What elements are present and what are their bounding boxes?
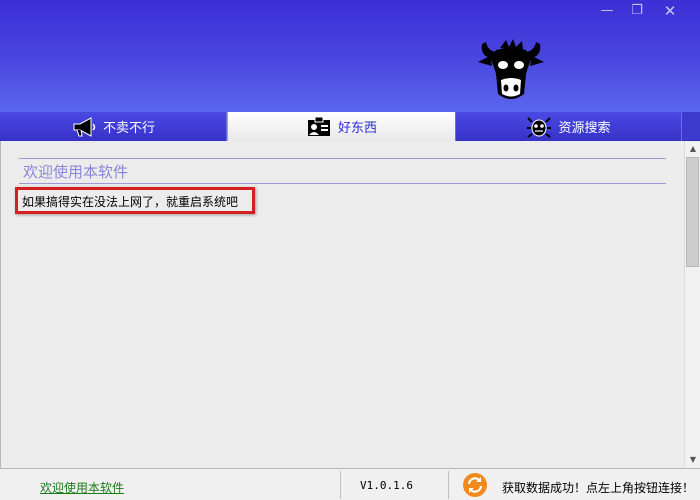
cow-head-icon xyxy=(478,39,544,99)
tab-label: 好东西 xyxy=(337,121,377,136)
scroll-down-icon[interactable]: ▼ xyxy=(685,452,700,468)
id-card-icon xyxy=(307,116,330,136)
tab-bar: 不卖不行 好东西 资源搜索 xyxy=(0,112,700,141)
welcome-link[interactable]: 欢迎使用本软件 xyxy=(40,479,124,496)
close-button[interactable]: ✕ xyxy=(659,2,681,20)
version-label: V1.0.1.6 xyxy=(360,479,413,492)
minimize-button[interactable]: — xyxy=(596,2,618,20)
divider xyxy=(448,471,449,499)
tab-ziyuan-sousuo[interactable]: 资源搜索 xyxy=(456,112,682,141)
divider xyxy=(19,183,666,184)
scroll-up-icon[interactable]: ▲ xyxy=(685,141,700,157)
scroll-thumb[interactable] xyxy=(686,157,699,267)
refresh-icon[interactable] xyxy=(462,472,488,498)
tip-text: 如果搞得实在没法上网了，就重启系统吧 xyxy=(22,195,239,209)
tab-bumai-buxing[interactable]: 不卖不行 xyxy=(0,112,227,141)
megaphone-icon xyxy=(73,116,96,137)
vertical-scrollbar[interactable]: ▲ ▼ xyxy=(684,141,700,468)
divider xyxy=(19,158,666,159)
tab-label: 不卖不行 xyxy=(102,121,155,136)
divider xyxy=(340,471,341,499)
tab-hao-dongxi[interactable]: 好东西 xyxy=(227,112,456,141)
content-panel: 欢迎使用本软件 如果搞得实在没法上网了，就重启系统吧 xyxy=(0,141,684,468)
status-message: 获取数据成功！点左上角按钮连接！ xyxy=(502,481,695,495)
bug-icon xyxy=(527,116,552,138)
highlight-box: 如果搞得实在没法上网了，就重启系统吧 xyxy=(15,187,255,214)
page-title: 欢迎使用本软件 xyxy=(23,163,129,181)
maximize-button[interactable]: ❐ xyxy=(626,2,648,20)
app-header: — ❐ ✕ xyxy=(0,0,700,112)
tab-label: 资源搜索 xyxy=(558,121,611,136)
status-bar: 欢迎使用本软件 V1.0.1.6 获取数据成功！点左上角按钮连接！ xyxy=(0,468,700,500)
